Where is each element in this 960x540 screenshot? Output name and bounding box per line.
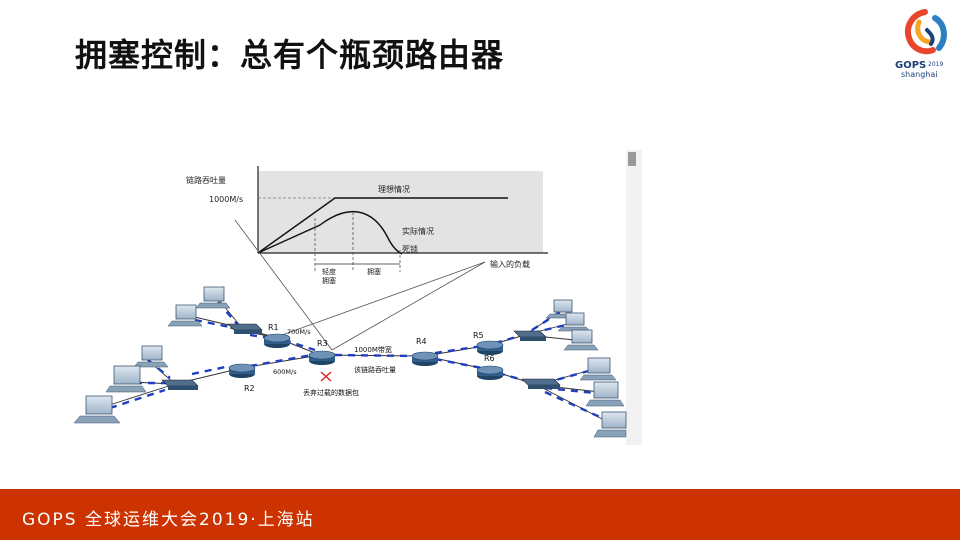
computers xyxy=(73,286,627,438)
pc-right-5 xyxy=(585,381,625,407)
gops-logo-mark-icon xyxy=(905,9,947,55)
footer-bar: GOPS 全球运维大会2019·上海站 xyxy=(0,489,960,540)
label-r2: R2 xyxy=(244,384,255,393)
deadlock-label: 死锁 xyxy=(402,244,418,254)
label-drop: 丢弃过载的数据包 xyxy=(303,388,359,397)
switch-right-lower xyxy=(521,378,561,389)
actual-label: 实际情况 xyxy=(402,226,434,236)
router-r4 xyxy=(411,351,439,366)
switches xyxy=(161,323,561,390)
switch-right-upper xyxy=(513,330,547,341)
router-r2 xyxy=(228,363,256,378)
label-r3: R3 xyxy=(317,339,328,348)
label-bandwidth: 1000M带宽 xyxy=(354,345,392,354)
x-axis-label: 输入的负载 xyxy=(490,259,530,269)
router-r5 xyxy=(476,340,504,355)
gops-logo: GOPS 2019 shanghai xyxy=(895,8,955,80)
image-edge-strip xyxy=(626,150,642,445)
switch-left-lower xyxy=(161,379,199,390)
congestion-diagram-svg: 链路吞吐量 1000M/s 理想情况 实际情况 死锁 轻度 拥塞 拥塞 输入的负… xyxy=(73,150,642,445)
logo-city: shanghai xyxy=(901,70,938,79)
light-congestion-label-1: 轻度 xyxy=(322,267,336,276)
router-r3 xyxy=(308,350,336,365)
pc-left-4 xyxy=(105,365,147,393)
chart-plot-area xyxy=(258,171,543,253)
label-r1: R1 xyxy=(268,323,279,332)
pc-left-5 xyxy=(73,395,121,424)
router-r6 xyxy=(476,365,504,380)
y-1000-tick: 1000M/s xyxy=(209,195,243,204)
label-r2-rate: 600M/s xyxy=(273,368,297,376)
congestion-diagram: 链路吞吐量 1000M/s 理想情况 实际情况 死锁 轻度 拥塞 拥塞 输入的负… xyxy=(70,150,642,445)
pc-right-3 xyxy=(563,329,599,351)
label-r1-rate: 700M/s xyxy=(287,328,311,336)
footer-text: GOPS 全球运维大会2019·上海站 xyxy=(22,510,315,530)
router-r1 xyxy=(263,333,291,348)
drop-x-icon xyxy=(320,371,332,382)
label-r4: R4 xyxy=(416,337,427,346)
pc-left-1 xyxy=(195,286,231,309)
pc-left-3 xyxy=(133,345,169,368)
image-edge-marker xyxy=(628,152,636,166)
congestion-label: 拥塞 xyxy=(367,267,381,276)
ideal-label: 理想情况 xyxy=(378,184,410,194)
pc-right-4 xyxy=(579,357,617,381)
label-r6: R6 xyxy=(484,354,495,363)
logo-year: 2019 xyxy=(928,61,944,68)
light-congestion-label-2: 拥塞 xyxy=(322,276,336,285)
label-link-throughput: 该链路吞吐量 xyxy=(354,365,396,374)
slide-title: 拥塞控制：总有个瓶颈路由器 xyxy=(75,36,505,74)
switch-left-upper xyxy=(227,323,263,334)
throughput-chart: 链路吞吐量 1000M/s 理想情况 实际情况 死锁 轻度 拥塞 拥塞 输入的负… xyxy=(186,166,548,285)
y-axis-label: 链路吞吐量 xyxy=(186,175,226,185)
label-r5: R5 xyxy=(473,331,484,340)
